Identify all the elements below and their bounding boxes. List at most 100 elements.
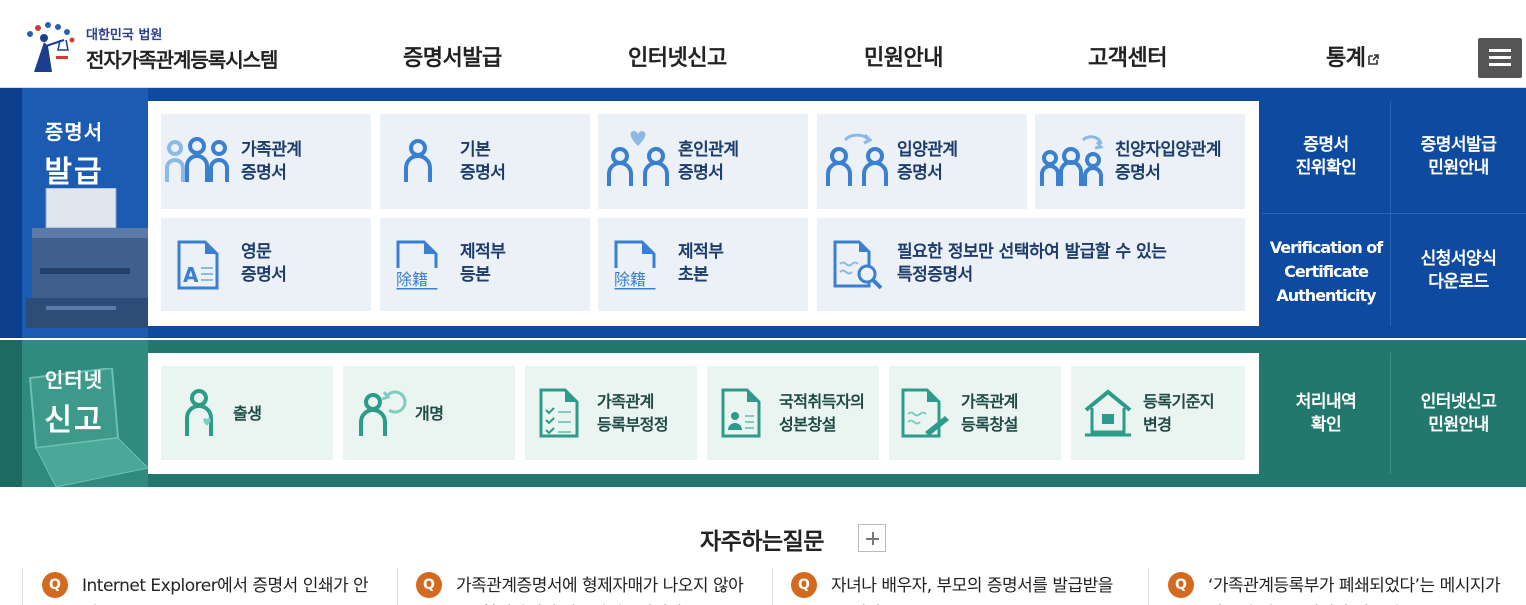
- button-line2: 진위확인: [1295, 158, 1357, 178]
- button-line3: Authenticity: [1276, 286, 1376, 305]
- button-line1: Verification of: [1269, 238, 1384, 257]
- tile-label-line2: 성본창설: [779, 415, 836, 434]
- tile-name-change-report[interactable]: 개명: [343, 366, 515, 460]
- internet-report-band-heading: 인터넷 신고: [0, 340, 148, 487]
- button-line1: 처리내역: [1295, 392, 1357, 412]
- tile-label: 기본 증명서: [460, 139, 506, 185]
- verification-english-button[interactable]: Verification of Certificate Authenticity: [1262, 236, 1390, 308]
- nav-statistics[interactable]: 통계: [1326, 40, 1380, 72]
- faq-item[interactable]: Q 가족관계증명서에 형제자매가 나오지 않아요. 형제자매의 가족관계증명서가: [416, 568, 756, 605]
- checklist-document-icon: [539, 388, 579, 438]
- divider: [1148, 568, 1149, 605]
- certificate-band-heading: 증명서 발급: [0, 88, 148, 338]
- tile-label: 제적부 등본: [460, 241, 506, 287]
- menu-button[interactable]: [1478, 38, 1522, 78]
- tile-label-line1: 가족관계: [961, 392, 1018, 411]
- tile-label-line1: 필요한 정보만 선택하여 발급할 수 있는: [897, 242, 1167, 262]
- tile-removed-register-copy[interactable]: 除籍 제적부 등본: [380, 218, 590, 311]
- header: 대한민국 법원 전자가족관계등록시스템 증명서발급 인터넷신고 민원안내 고객센…: [0, 0, 1526, 88]
- faq-question: 자녀나 배우자, 부모의 증명서를 발급받을 수 있나요: [831, 576, 1113, 605]
- button-line2: 민원안내: [1428, 415, 1489, 435]
- tile-label-line2: 변경: [1143, 415, 1172, 434]
- tile-label-line1: 가족관계: [241, 140, 302, 160]
- pen-document-icon: [901, 388, 949, 438]
- nav-civil-guide[interactable]: 민원안내: [864, 40, 943, 72]
- internet-report-panel: 출생 개명 가족관계 등록부정정 국적취득자의 성본창설 가족관계 등록창설 등…: [148, 353, 1259, 474]
- tile-label: 친양자입양관계 증명서: [1115, 139, 1221, 185]
- faq-more-button[interactable]: [858, 524, 886, 552]
- tile-registration-base-change[interactable]: 등록기준지변경: [1071, 366, 1245, 460]
- faq-item[interactable]: Q Internet Explorer에서 증명서 인쇄가 안돼요.: [42, 568, 382, 605]
- house-icon: [1084, 389, 1132, 437]
- tile-label-line1: 가족관계: [597, 392, 654, 411]
- internet-band-title: 인터넷 신고: [0, 364, 148, 439]
- tile-label-line1: 기본: [460, 140, 491, 160]
- certificate-title-big: 발급: [44, 155, 104, 190]
- logo[interactable]: 대한민국 법원 전자가족관계등록시스템: [22, 20, 292, 76]
- id-document-icon: [721, 388, 761, 438]
- button-line1: 인터넷신고: [1420, 392, 1497, 412]
- hanja-mark: 除籍: [396, 270, 428, 289]
- faq-item[interactable]: Q ‘가족관계등록부가 폐쇄되었다’는 메시지가 나오며 영문증명서가 발급이: [1168, 568, 1508, 605]
- certificate-guide-button[interactable]: 증명서발급 민원안내: [1391, 134, 1526, 180]
- tile-family-relation-certificate[interactable]: 가족관계 증명서: [161, 114, 371, 209]
- tile-label: 가족관계 등록부정정: [597, 390, 669, 436]
- person-icon: [404, 139, 432, 182]
- tile-removed-register-extract[interactable]: 除籍 제적부 초본: [598, 218, 808, 311]
- hanja-mark: 除籍: [614, 270, 646, 289]
- tile-full-adoption-certificate[interactable]: 친양자입양관계 증명서: [1035, 114, 1245, 209]
- hamburger-icon-bar: [1489, 63, 1511, 66]
- faq-question: Internet Explorer에서 증명서 인쇄가 안돼요.: [82, 576, 369, 605]
- tile-label: 국적취득자의성본창설: [779, 390, 865, 436]
- tile-marriage-certificate[interactable]: 혼인관계 증명서: [598, 114, 808, 209]
- nav-customer-center[interactable]: 고객센터: [1088, 40, 1167, 72]
- form-download-button[interactable]: 신청서양식 다운로드: [1391, 248, 1526, 294]
- tile-register-correction[interactable]: 가족관계 등록부정정: [525, 366, 697, 460]
- tile-adoption-certificate[interactable]: 입양관계 증명서: [817, 114, 1027, 209]
- tile-basic-certificate[interactable]: 기본 증명서: [380, 114, 590, 209]
- tile-register-creation[interactable]: 가족관계 등록창설: [889, 366, 1061, 460]
- nav-certificate-issue[interactable]: 증명서발급: [403, 40, 502, 72]
- tile-label: 가족관계 등록창설: [961, 390, 1018, 436]
- tile-label-line1: 등록기준지: [1143, 392, 1215, 411]
- button-line2: 확인: [1310, 415, 1342, 435]
- tile-naturalized-surname[interactable]: 국적취득자의성본창설: [707, 366, 879, 460]
- tile-label: 입양관계 증명서: [897, 139, 958, 185]
- button-line2: Certificate: [1284, 262, 1369, 281]
- tile-label-line1: 입양관계: [897, 140, 958, 160]
- svg-text:A: A: [183, 263, 199, 287]
- logo-subtitle: 대한민국 법원: [86, 28, 163, 43]
- external-link-icon: [1368, 53, 1380, 65]
- tile-english-certificate[interactable]: A 영문증명서: [161, 218, 371, 311]
- tile-label: 필요한 정보만 선택하여 발급할 수 있는 특정증명서: [897, 241, 1167, 287]
- tile-label-line1: 제적부: [460, 242, 506, 262]
- logo-title: 전자가족관계등록시스템: [86, 48, 278, 72]
- printer-icon: [26, 188, 148, 328]
- tile-label-line1: 영문: [241, 242, 272, 262]
- tile-specific-certificate[interactable]: 필요한 정보만 선택하여 발급할 수 있는 특정증명서: [817, 218, 1245, 311]
- nav-statistics-label: 통계: [1326, 46, 1366, 71]
- nav-internet-report[interactable]: 인터넷신고: [628, 40, 727, 72]
- faq-item[interactable]: Q 자녀나 배우자, 부모의 증명서를 발급받을 수 있나요: [791, 568, 1131, 605]
- divider: [22, 568, 23, 605]
- verify-certificate-button[interactable]: 증명서진위확인: [1262, 134, 1390, 180]
- button-line2: 다운로드: [1428, 272, 1489, 292]
- process-history-button[interactable]: 처리내역확인: [1262, 391, 1390, 437]
- tile-label-line1: 국적취득자의: [779, 392, 865, 411]
- certificate-band-title: 증명서 발급: [0, 116, 148, 191]
- name-change-icon: [359, 390, 407, 436]
- internet-report-guide-button[interactable]: 인터넷신고민원안내: [1391, 391, 1526, 437]
- tile-label: 등록기준지변경: [1143, 390, 1215, 436]
- internet-title-small: 인터넷: [44, 368, 104, 392]
- tile-label-line2: 증명서: [241, 265, 287, 285]
- page: 대한민국 법원 전자가족관계등록시스템 증명서발급 인터넷신고 민원안내 고객센…: [0, 0, 1526, 605]
- english-document-icon: A: [177, 240, 219, 290]
- divider: [397, 568, 398, 605]
- divider: [772, 568, 773, 605]
- question-icon: Q: [42, 572, 68, 598]
- removed-register-document-icon: 除籍: [612, 240, 668, 290]
- full-adoption-icon: [1040, 135, 1104, 186]
- button-line1: 증명서: [1303, 135, 1349, 155]
- tile-label: 출생: [233, 404, 262, 423]
- tile-birth-report[interactable]: 출생: [161, 366, 333, 460]
